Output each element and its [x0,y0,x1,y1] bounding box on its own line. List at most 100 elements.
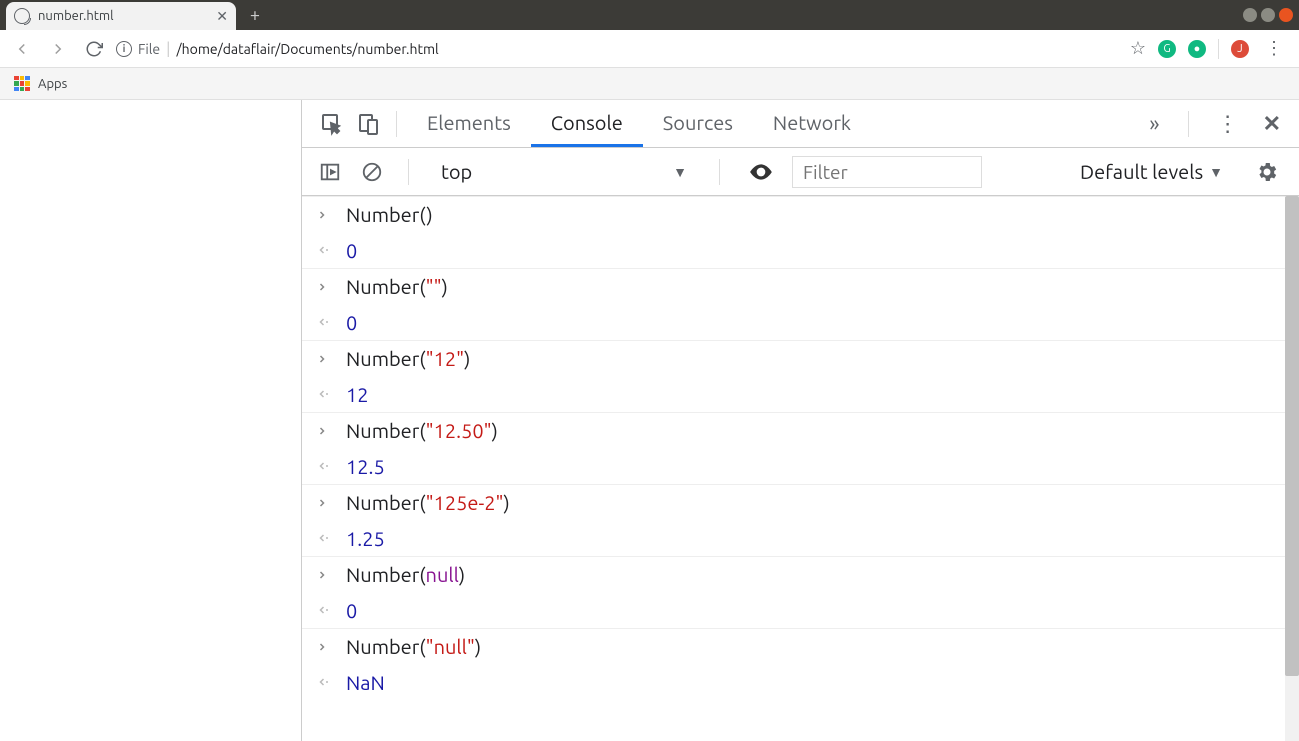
main-split: Elements Console Sources Network » ⋮ ✕ t… [0,100,1299,741]
console-output-row[interactable]: 12 [302,376,1299,412]
scrollbar-thumb[interactable] [1285,196,1299,676]
console-output-row[interactable]: NaN [302,664,1299,700]
globe-icon [14,8,30,24]
back-button[interactable] [8,35,36,63]
console-input-row[interactable]: Number(null) [302,556,1299,592]
console-separator [719,159,720,185]
scrollbar-track[interactable] [1285,196,1299,741]
devtools-separator [1188,111,1189,137]
log-content: Number() [346,203,433,226]
execution-context-select[interactable]: top ▼ [429,160,699,183]
extension-green-icon[interactable]: ● [1188,40,1206,58]
site-info-icon[interactable]: i [116,41,132,57]
input-arrow-icon [316,281,336,293]
window-controls [1243,0,1299,30]
apps-grid-icon[interactable] [14,76,30,92]
console-input-row[interactable]: Number("12.50") [302,412,1299,448]
url-scheme: File [138,41,160,57]
tab-network[interactable]: Network [753,100,871,147]
devtools-tab-bar: Elements Console Sources Network » ⋮ ✕ [302,100,1299,148]
console-input-row[interactable]: Number("125e-2") [302,484,1299,520]
log-content: 1.25 [346,527,385,550]
address-bar: i File | /home/dataflair/Documents/numbe… [0,30,1299,68]
console-output-row[interactable]: 12.5 [302,448,1299,484]
devtools-menu-icon[interactable]: ⋮ [1209,111,1247,137]
reload-button[interactable] [80,35,108,63]
input-arrow-icon [316,569,336,581]
log-content: 0 [346,311,357,334]
devtools-separator [396,111,397,137]
console-output-row[interactable]: 0 [302,304,1299,340]
chevron-down-icon: ▼ [1209,164,1223,180]
minimize-icon[interactable] [1243,8,1257,22]
console-output-row[interactable]: 0 [302,232,1299,268]
console-output-row[interactable]: 0 [302,592,1299,628]
bookmarks-bar: Apps [0,68,1299,100]
new-tab-button[interactable]: + [242,2,268,28]
console-sidebar-toggle-icon[interactable] [314,156,346,188]
close-tab-icon[interactable]: ✕ [216,8,228,25]
window-titlebar: number.html ✕ + [0,0,1299,30]
output-arrow-icon [316,676,336,688]
inspect-element-icon[interactable] [314,106,350,142]
log-content: Number("") [346,275,448,298]
url-path: /home/dataflair/Documents/number.html [176,41,438,57]
log-content: Number("125e-2") [346,491,510,514]
input-arrow-icon [316,497,336,509]
filter-input[interactable] [792,156,982,188]
bookmark-star-icon[interactable]: ☆ [1130,38,1146,59]
url-separator: | [166,40,170,58]
input-arrow-icon [316,209,336,221]
clear-console-icon[interactable] [356,156,388,188]
output-arrow-icon [316,244,336,256]
console-output-row[interactable]: 1.25 [302,520,1299,556]
log-content: NaN [346,671,385,694]
url-field[interactable]: i File | /home/dataflair/Documents/numbe… [116,40,1122,58]
tab-title: number.html [38,9,216,23]
output-arrow-icon [316,460,336,472]
input-arrow-icon [316,641,336,653]
log-content: 12 [346,383,369,406]
apps-label[interactable]: Apps [38,77,67,91]
context-label: top [441,160,472,183]
input-arrow-icon [316,353,336,365]
log-content: Number("null") [346,635,481,658]
console-settings-icon[interactable] [1247,160,1287,184]
extension-grammarly-icon[interactable]: G [1158,40,1176,58]
output-arrow-icon [316,316,336,328]
console-separator [408,159,409,185]
forward-button[interactable] [44,35,72,63]
more-tabs-icon[interactable]: » [1141,111,1167,136]
output-arrow-icon [316,604,336,616]
browser-tab[interactable]: number.html ✕ [6,2,236,30]
console-input-row[interactable]: Number() [302,196,1299,232]
log-content: 0 [346,599,357,622]
toolbar-right: ☆ G ● J ⋮ [1130,38,1291,59]
tab-console[interactable]: Console [531,100,643,147]
input-arrow-icon [316,425,336,437]
profile-avatar-icon[interactable]: J [1231,40,1249,58]
log-content: Number("12") [346,347,470,370]
tab-strip: number.html ✕ + [0,0,268,30]
console-log-area[interactable]: Number() 0 Number("") 0 Number("12") 12 Number… [302,196,1299,741]
device-toggle-icon[interactable] [350,106,386,142]
output-arrow-icon [316,532,336,544]
console-input-row[interactable]: Number("null") [302,628,1299,664]
close-devtools-icon[interactable]: ✕ [1257,111,1287,137]
live-expression-icon[interactable] [740,159,782,185]
output-arrow-icon [316,388,336,400]
console-input-row[interactable]: Number("12") [302,340,1299,376]
close-window-icon[interactable] [1279,8,1293,22]
tab-elements[interactable]: Elements [407,100,531,147]
log-content: 0 [346,239,357,262]
console-input-row[interactable]: Number("") [302,268,1299,304]
log-content: Number("12.50") [346,419,498,442]
browser-menu-icon[interactable]: ⋮ [1261,38,1287,59]
maximize-icon[interactable] [1261,8,1275,22]
devtools-panel: Elements Console Sources Network » ⋮ ✕ t… [302,100,1299,741]
toolbar-divider [1218,39,1219,59]
levels-label: Default levels [1080,160,1203,183]
tab-sources[interactable]: Sources [643,100,753,147]
log-levels-select[interactable]: Default levels ▼ [1080,160,1223,183]
log-content: Number(null) [346,563,465,586]
